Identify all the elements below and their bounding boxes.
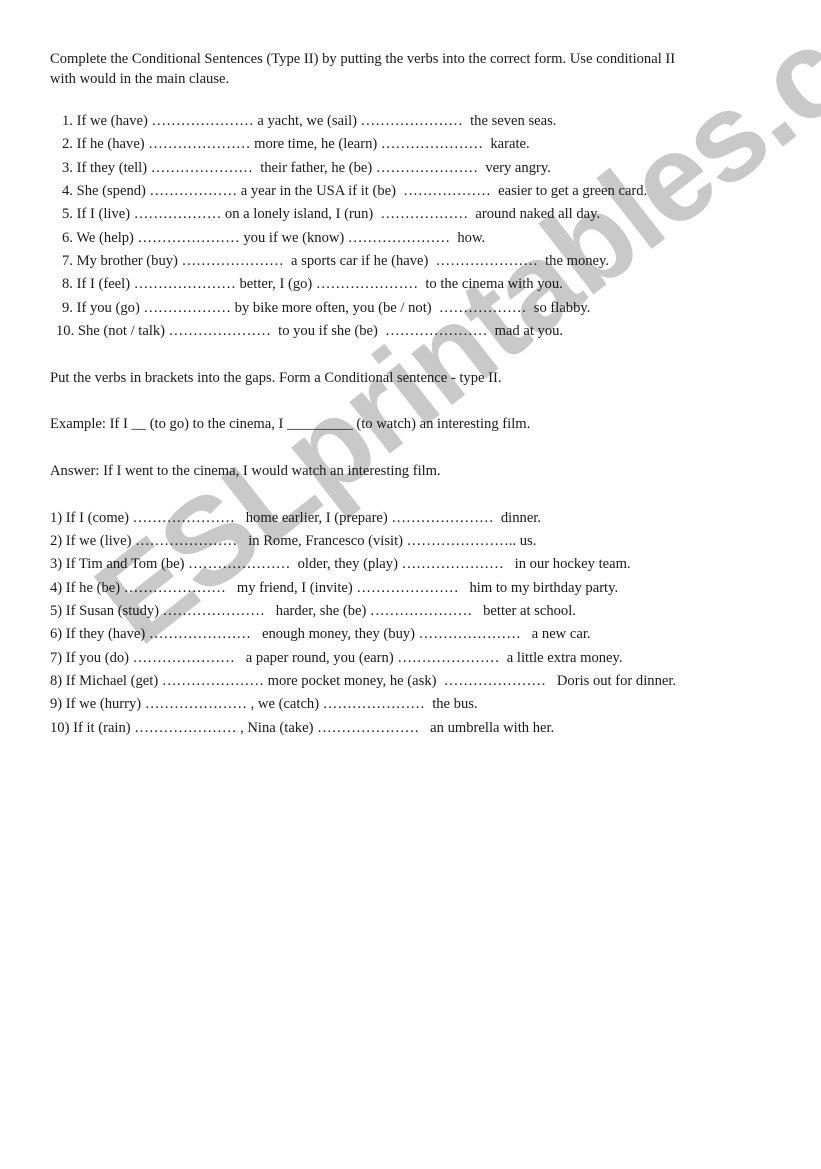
exercise-item: 4) If he (be) ………………… my friend, I (invi… bbox=[50, 580, 619, 596]
exercise-item: 6. We (help) ………………… you if we (know) ……… bbox=[62, 230, 486, 246]
exercise-item: 9. If you (go) ……………… by bike more often… bbox=[62, 300, 591, 316]
exercise-item: 8. If I (feel) ………………… better, I (go) ……… bbox=[62, 276, 563, 292]
exercise-item: 3. If they (tell) ………………… their father, … bbox=[62, 160, 551, 176]
exercise-item: 5) If Susan (study) ………………… harder, she … bbox=[50, 603, 576, 619]
exercise-item: 6) If they (have) ………………… enough money, … bbox=[50, 626, 591, 642]
section2-instruction: Put the verbs in brackets into the gaps.… bbox=[50, 370, 502, 386]
exercise-item: 7) If you (do) ………………… a paper round, yo… bbox=[50, 650, 623, 666]
exercise-item: 2) If we (live) ………………… in Rome, Frances… bbox=[50, 533, 537, 549]
section1-instruction-line2: with would in the main clause. bbox=[50, 71, 230, 87]
exercise-item: 1) If I (come) ………………… home earlier, I (… bbox=[50, 510, 541, 526]
section2-example: Example: If I __ (to go) to the cinema, … bbox=[50, 416, 531, 432]
exercise-item: 5. If I (live) ……………… on a lonely island… bbox=[62, 206, 601, 222]
section2-answer: Answer: If I went to the cinema, I would… bbox=[50, 463, 441, 479]
exercise-item: 1. If we (have) ………………… a yacht, we (sai… bbox=[62, 113, 557, 129]
worksheet-page: ESLprintables.com Complete the Condition… bbox=[0, 0, 821, 1169]
exercise-item: 7. My brother (buy) ………………… a sports car… bbox=[62, 253, 610, 269]
exercise-item: 10) If it (rain) ………………… , Nina (take) …… bbox=[50, 720, 555, 736]
exercise-item: 3) If Tim and Tom (be) ………………… older, th… bbox=[50, 556, 631, 572]
exercise-item: 2. If he (have) ………………… more time, he (l… bbox=[62, 136, 530, 152]
exercise-item: 9) If we (hurry) ………………… , we (catch) ……… bbox=[50, 696, 478, 712]
section1-instruction-line1: Complete the Conditional Sentences (Type… bbox=[50, 51, 676, 67]
exercise-item: 10. She (not / talk) ………………… to you if s… bbox=[56, 323, 564, 339]
exercise-item: 4. She (spend) ……………… a year in the USA … bbox=[62, 183, 648, 199]
exercise-item: 8) If Michael (get) ………………… more pocket … bbox=[50, 673, 677, 689]
